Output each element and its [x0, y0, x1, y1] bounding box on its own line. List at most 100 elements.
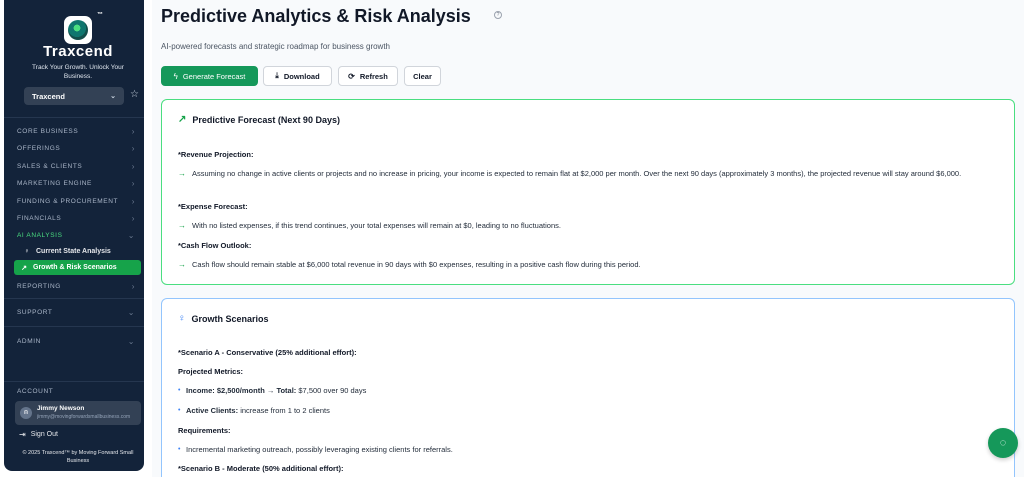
- arrow-right-icon: →: [178, 169, 186, 178]
- button-label: Clear: [413, 71, 432, 81]
- user-email: jimmy@movingforwardsmallbusiness.com: [37, 414, 131, 420]
- sidebar-item-growth-risk-scenarios[interactable]: ↗ Growth & Risk Scenarios: [14, 260, 141, 275]
- nav-label: ADMIN: [17, 337, 41, 345]
- download-icon: ⤓: [275, 71, 279, 80]
- cash-flow-outlook-text: Cash flow should remain stable at $6,000…: [192, 260, 641, 269]
- nav-label: CORE BUSINESS: [17, 127, 79, 135]
- sidebar-item-label: Growth & Risk Scenarios: [33, 264, 117, 271]
- nav-funding-procurement[interactable]: FUNDING & PROCUREMENT ›: [17, 194, 135, 208]
- revenue-projection-label: *Revenue Projection:: [178, 150, 254, 159]
- page-subtitle: AI-powered forecasts and strategic roadm…: [161, 42, 391, 51]
- star-icon[interactable]: ☆: [130, 89, 139, 100]
- chevron-right-icon: ›: [131, 196, 135, 206]
- income-metric: Income: $2,500/month → Total: $7,500 ove…: [186, 385, 366, 397]
- trademark-mark: ™: [97, 12, 103, 18]
- sidebar: ™ Traxcend Track Your Growth. Unlock You…: [4, 0, 144, 471]
- bullet-icon: •: [178, 446, 181, 453]
- nav-marketing-engine[interactable]: MARKETING ENGINE ›: [17, 176, 135, 190]
- sidebar-item-current-state-analysis[interactable]: ♀ Current State Analysis: [17, 244, 141, 259]
- user-name: Jimmy Newson: [37, 405, 85, 412]
- chat-bubble-icon: ◌: [999, 437, 1007, 449]
- arrow-right-icon: →: [178, 260, 186, 269]
- chat-button[interactable]: ◌: [988, 428, 1018, 458]
- predictive-forecast-card: ↗ Predictive Forecast (Next 90 Days) *Re…: [161, 99, 1015, 285]
- growth-scenarios-card: ♀ Growth Scenarios *Scenario A - Conserv…: [161, 298, 1015, 477]
- sidebar-divider: [4, 117, 144, 118]
- generate-forecast-button[interactable]: ϟ Generate Forecast: [161, 66, 258, 86]
- chevron-down-icon: ⌄: [127, 230, 135, 240]
- nav-support[interactable]: SUPPORT ⌄: [17, 305, 135, 319]
- nav-label: AI ANALYSIS: [17, 231, 63, 239]
- card-title: ♀ Growth Scenarios: [178, 313, 269, 324]
- card-title-text: Growth Scenarios: [191, 313, 269, 324]
- scenario-b-label: *Scenario B - Moderate (50% additional e…: [178, 464, 344, 473]
- nav-label: SUPPORT: [17, 308, 53, 316]
- sidebar-divider: [4, 298, 144, 299]
- income-metric-label: Income: $2,500/month → Total:: [186, 386, 297, 395]
- nav-reporting[interactable]: REPORTING ›: [17, 279, 135, 293]
- clear-button[interactable]: Clear: [404, 66, 441, 86]
- sidebar-divider: [4, 381, 144, 382]
- income-metric-value: $7,500 over 90 days: [298, 386, 367, 395]
- trending-up-icon: ↗: [178, 114, 187, 125]
- button-label: Generate Forecast: [182, 71, 246, 81]
- account-section-label: ACCOUNT: [17, 388, 54, 395]
- chevron-right-icon: ›: [131, 281, 135, 291]
- list-item: → With no listed expenses, if this trend…: [178, 220, 998, 232]
- nav-financials[interactable]: FINANCIALS ›: [17, 211, 135, 225]
- nav-label: FINANCIALS: [17, 214, 62, 222]
- bullet-icon: •: [178, 407, 181, 414]
- download-button[interactable]: ⤓ Download: [263, 66, 332, 86]
- help-icon[interactable]: ?: [494, 11, 502, 19]
- lightbulb-icon: ♀: [178, 313, 186, 324]
- chevron-right-icon: ›: [131, 213, 135, 223]
- app-logo: [64, 16, 92, 44]
- scenario-a-label: *Scenario A - Conservative (25% addition…: [178, 348, 357, 357]
- nav-label: MARKETING ENGINE: [17, 179, 92, 187]
- nav-label: SALES & CLIENTS: [17, 162, 83, 170]
- button-label: Refresh: [359, 71, 388, 81]
- page-title: Predictive Analytics & Risk Analysis: [161, 6, 471, 26]
- clients-metric: Active Clients: increase from 1 to 2 cli…: [186, 405, 330, 417]
- nav-label: FUNDING & PROCUREMENT: [17, 197, 119, 205]
- sign-out-label: Sign Out: [30, 431, 58, 438]
- trending-up-icon: ↗: [21, 264, 27, 272]
- arrow-right-icon: →: [178, 221, 186, 230]
- requirements-label: Requirements:: [178, 426, 231, 435]
- chevron-down-icon: ⌄: [127, 336, 135, 346]
- brand-tagline: Track Your Growth. Unlock Your Business.: [32, 64, 124, 80]
- card-title-text: Predictive Forecast (Next 90 Days): [192, 114, 340, 125]
- nav-offerings[interactable]: OFFERINGS ›: [17, 141, 135, 155]
- list-item: → Cash flow should remain stable at $6,0…: [178, 259, 998, 271]
- organization-select-value: Traxcend: [32, 91, 65, 101]
- revenue-projection-text: Assuming no change in active clients or …: [192, 169, 962, 178]
- nav-ai-analysis[interactable]: AI ANALYSIS ⌄: [17, 228, 135, 242]
- clients-metric-value: increase from 1 to 2 clients: [240, 406, 330, 415]
- expense-forecast-label: *Expense Forecast:: [178, 202, 248, 211]
- nav-sales-clients[interactable]: SALES & CLIENTS ›: [17, 159, 135, 173]
- sign-out-button[interactable]: ⇥ Sign Out: [19, 430, 58, 439]
- cash-flow-outlook-label: *Cash Flow Outlook:: [178, 241, 252, 250]
- clients-metric-label: Active Clients:: [186, 406, 239, 415]
- lightbulb-icon: ♀: [24, 248, 30, 255]
- card-title: ↗ Predictive Forecast (Next 90 Days): [178, 114, 340, 125]
- chevron-down-icon: ⌄: [127, 307, 135, 317]
- requirement-text: Incremental marketing outreach, possibly…: [186, 445, 453, 454]
- projected-metrics-label: Projected Metrics:: [178, 367, 244, 376]
- sidebar-divider: [4, 326, 144, 327]
- expense-forecast-text: With no listed expenses, if this trend c…: [192, 221, 561, 230]
- organization-select[interactable]: Traxcend ⌄: [24, 87, 124, 105]
- refresh-icon: ⟳: [348, 71, 355, 81]
- user-avatar-icon: ⍝: [20, 407, 32, 419]
- refresh-button[interactable]: ⟳ Refresh: [338, 66, 398, 86]
- chevron-right-icon: ›: [131, 126, 135, 136]
- nav-admin[interactable]: ADMIN ⌄: [17, 334, 135, 348]
- user-profile-card[interactable]: ⍝ Jimmy Newson jimmy@movingforwardsmallb…: [15, 401, 141, 425]
- main-content: Predictive Analytics & Risk Analysis ? A…: [152, 0, 1024, 477]
- brand-name: Traxcend: [43, 43, 113, 60]
- chevron-down-icon: ⌄: [110, 93, 116, 100]
- button-label: Download: [283, 71, 320, 81]
- nav-core-business[interactable]: CORE BUSINESS ›: [17, 124, 135, 138]
- chevron-right-icon: ›: [131, 143, 135, 153]
- sidebar-item-label: Current State Analysis: [36, 248, 111, 255]
